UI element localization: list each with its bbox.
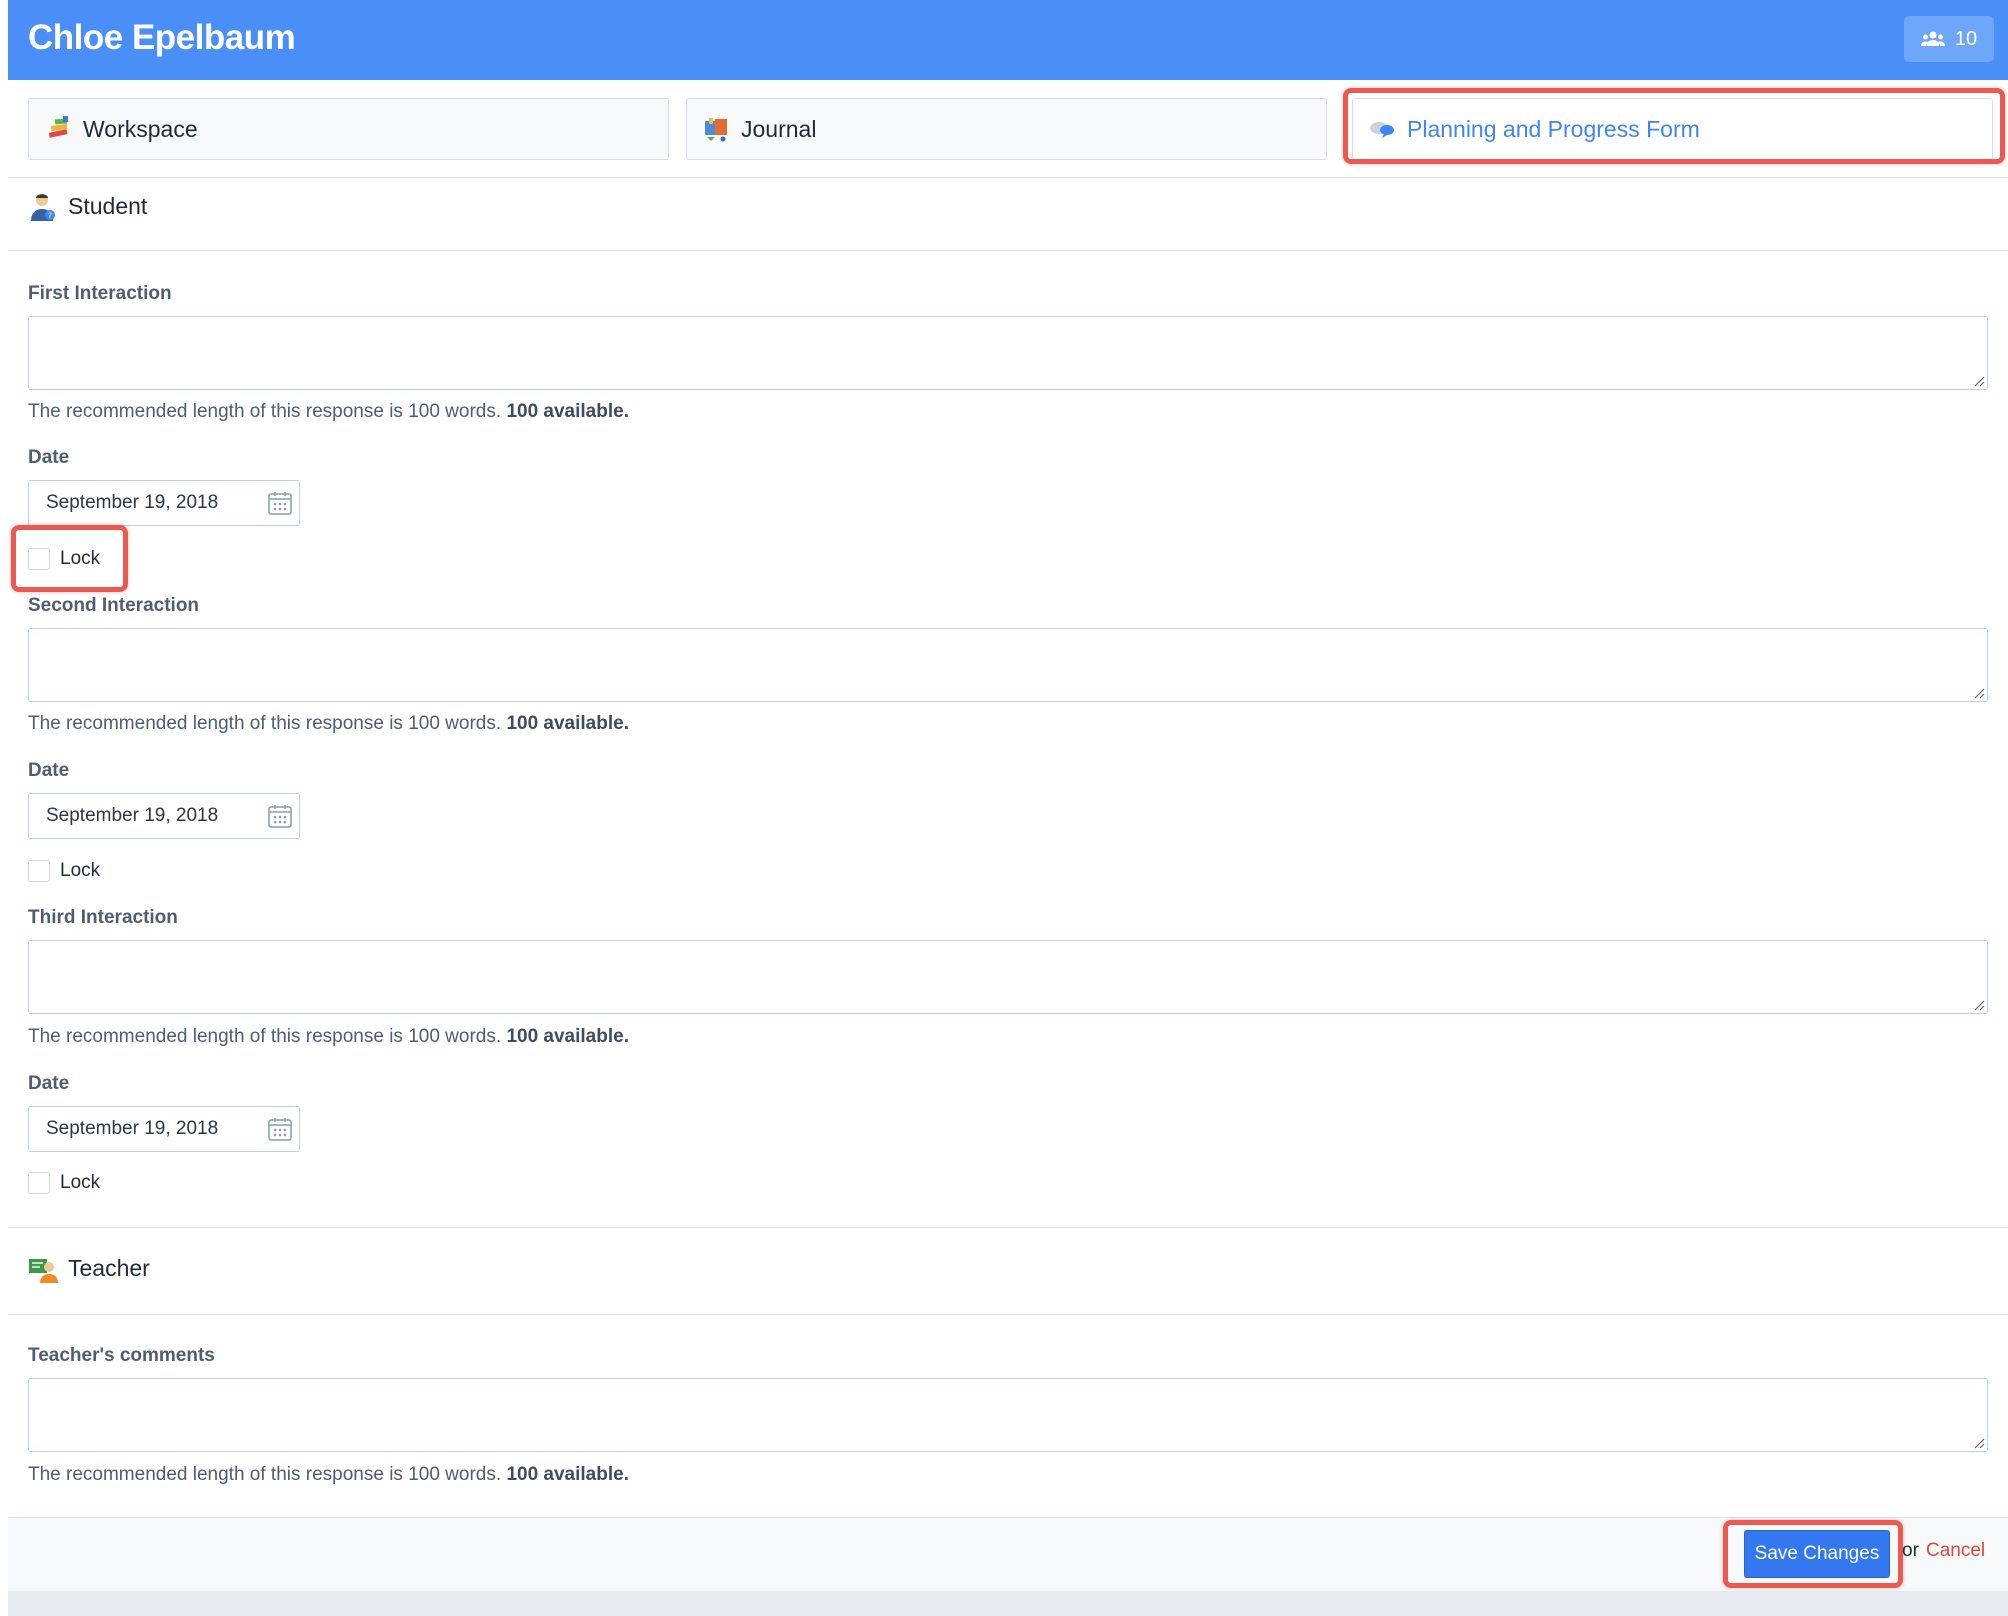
members-count: 10 [1954, 27, 1978, 50]
second-date-label: Date [28, 760, 70, 781]
third-interaction-textarea[interactable] [28, 940, 1988, 1014]
first-interaction-textarea[interactable] [28, 316, 1988, 390]
calendar-icon[interactable] [267, 1116, 293, 1142]
third-lock-checkbox[interactable] [28, 1172, 50, 1194]
svg-text:?: ? [48, 212, 52, 221]
words-available: 100 available. [506, 713, 629, 734]
third-lock-label: Lock [60, 1172, 101, 1193]
teacher-icon [28, 1253, 58, 1283]
third-date-label: Date [28, 1073, 70, 1094]
teachers-comments-hint: The recommended length of this response … [28, 1464, 629, 1486]
first-interaction-label: First Interaction [28, 283, 172, 304]
divider [8, 1227, 2008, 1228]
first-date-value: September 19, 2018 [46, 492, 219, 513]
second-interaction-textarea[interactable] [28, 628, 1988, 702]
tab-planning-and-progress-form[interactable]: Planning and Progress Form [1352, 98, 1993, 160]
third-interaction-label: Third Interaction [28, 907, 178, 928]
divider [8, 250, 2008, 251]
footer-bottom-bar [8, 1591, 2008, 1616]
tab-bar: Workspace Journal Planning and Progress … [8, 80, 2008, 178]
first-date-picker[interactable]: September 19, 2018 [28, 480, 300, 526]
words-available: 100 available. [506, 1026, 629, 1047]
words-available: 100 available. [506, 1464, 629, 1485]
first-lock[interactable]: Lock [28, 548, 100, 570]
second-lock[interactable]: Lock [28, 860, 100, 882]
first-interaction-hint: The recommended length of this response … [28, 401, 629, 423]
hint-text: The recommended length of this response … [28, 1026, 502, 1047]
first-lock-checkbox[interactable] [28, 548, 50, 570]
resize-grip-icon[interactable] [1971, 373, 1985, 387]
teacher-section-title: Teacher [68, 1254, 150, 1281]
teachers-comments-label: Teacher's comments [28, 1345, 215, 1366]
resize-grip-icon[interactable] [1971, 997, 1985, 1011]
words-available: 100 available. [506, 401, 629, 422]
student-section-title: Student [68, 192, 148, 219]
teachers-comments-textarea[interactable] [28, 1378, 1988, 1452]
first-date-label: Date [28, 447, 70, 468]
second-lock-label: Lock [60, 860, 101, 881]
student-icon: ? [28, 191, 58, 221]
speech-bubble-icon [1369, 115, 1397, 143]
second-date-value: September 19, 2018 [46, 805, 219, 826]
form-footer [8, 1517, 2008, 1591]
tab-workspace-label: Workspace [83, 115, 198, 142]
third-date-picker[interactable]: September 19, 2018 [28, 1106, 300, 1152]
first-lock-label: Lock [60, 548, 101, 569]
hint-text: The recommended length of this response … [28, 1464, 502, 1485]
journal-icon [703, 115, 731, 143]
page-title: Chloe Epelbaum [28, 18, 296, 57]
tab-journal[interactable]: Journal [686, 98, 1327, 160]
page-header: Chloe Epelbaum 10 [8, 0, 2008, 80]
teacher-section-header: Teacher [28, 1253, 150, 1283]
or-text: or [1902, 1540, 1919, 1561]
second-interaction-label: Second Interaction [28, 595, 200, 616]
users-icon [1920, 31, 1945, 46]
second-date-picker[interactable]: September 19, 2018 [28, 793, 300, 839]
tab-journal-label: Journal [741, 115, 817, 142]
second-lock-checkbox[interactable] [28, 860, 50, 882]
third-lock[interactable]: Lock [28, 1172, 100, 1194]
workspace-icon [45, 115, 73, 143]
cancel-link[interactable]: Cancel [1926, 1540, 1985, 1562]
third-interaction-hint: The recommended length of this response … [28, 1026, 629, 1048]
resize-grip-icon[interactable] [1971, 1435, 1985, 1449]
hint-text: The recommended length of this response … [28, 401, 502, 422]
save-changes-button[interactable]: Save Changes [1744, 1530, 1890, 1578]
calendar-icon[interactable] [267, 803, 293, 829]
calendar-icon[interactable] [267, 490, 293, 516]
tab-workspace[interactable]: Workspace [28, 98, 669, 160]
tab-planning-label: Planning and Progress Form [1407, 115, 1700, 142]
form-page: Chloe Epelbaum 10 Workspace Journal Plan… [8, 0, 2008, 1616]
members-badge[interactable]: 10 [1904, 16, 1994, 62]
hint-text: The recommended length of this response … [28, 713, 502, 734]
second-interaction-hint: The recommended length of this response … [28, 713, 629, 735]
student-section-header: ? Student [28, 191, 147, 221]
resize-grip-icon[interactable] [1971, 685, 1985, 699]
third-date-value: September 19, 2018 [46, 1118, 219, 1139]
divider [8, 1314, 2008, 1315]
